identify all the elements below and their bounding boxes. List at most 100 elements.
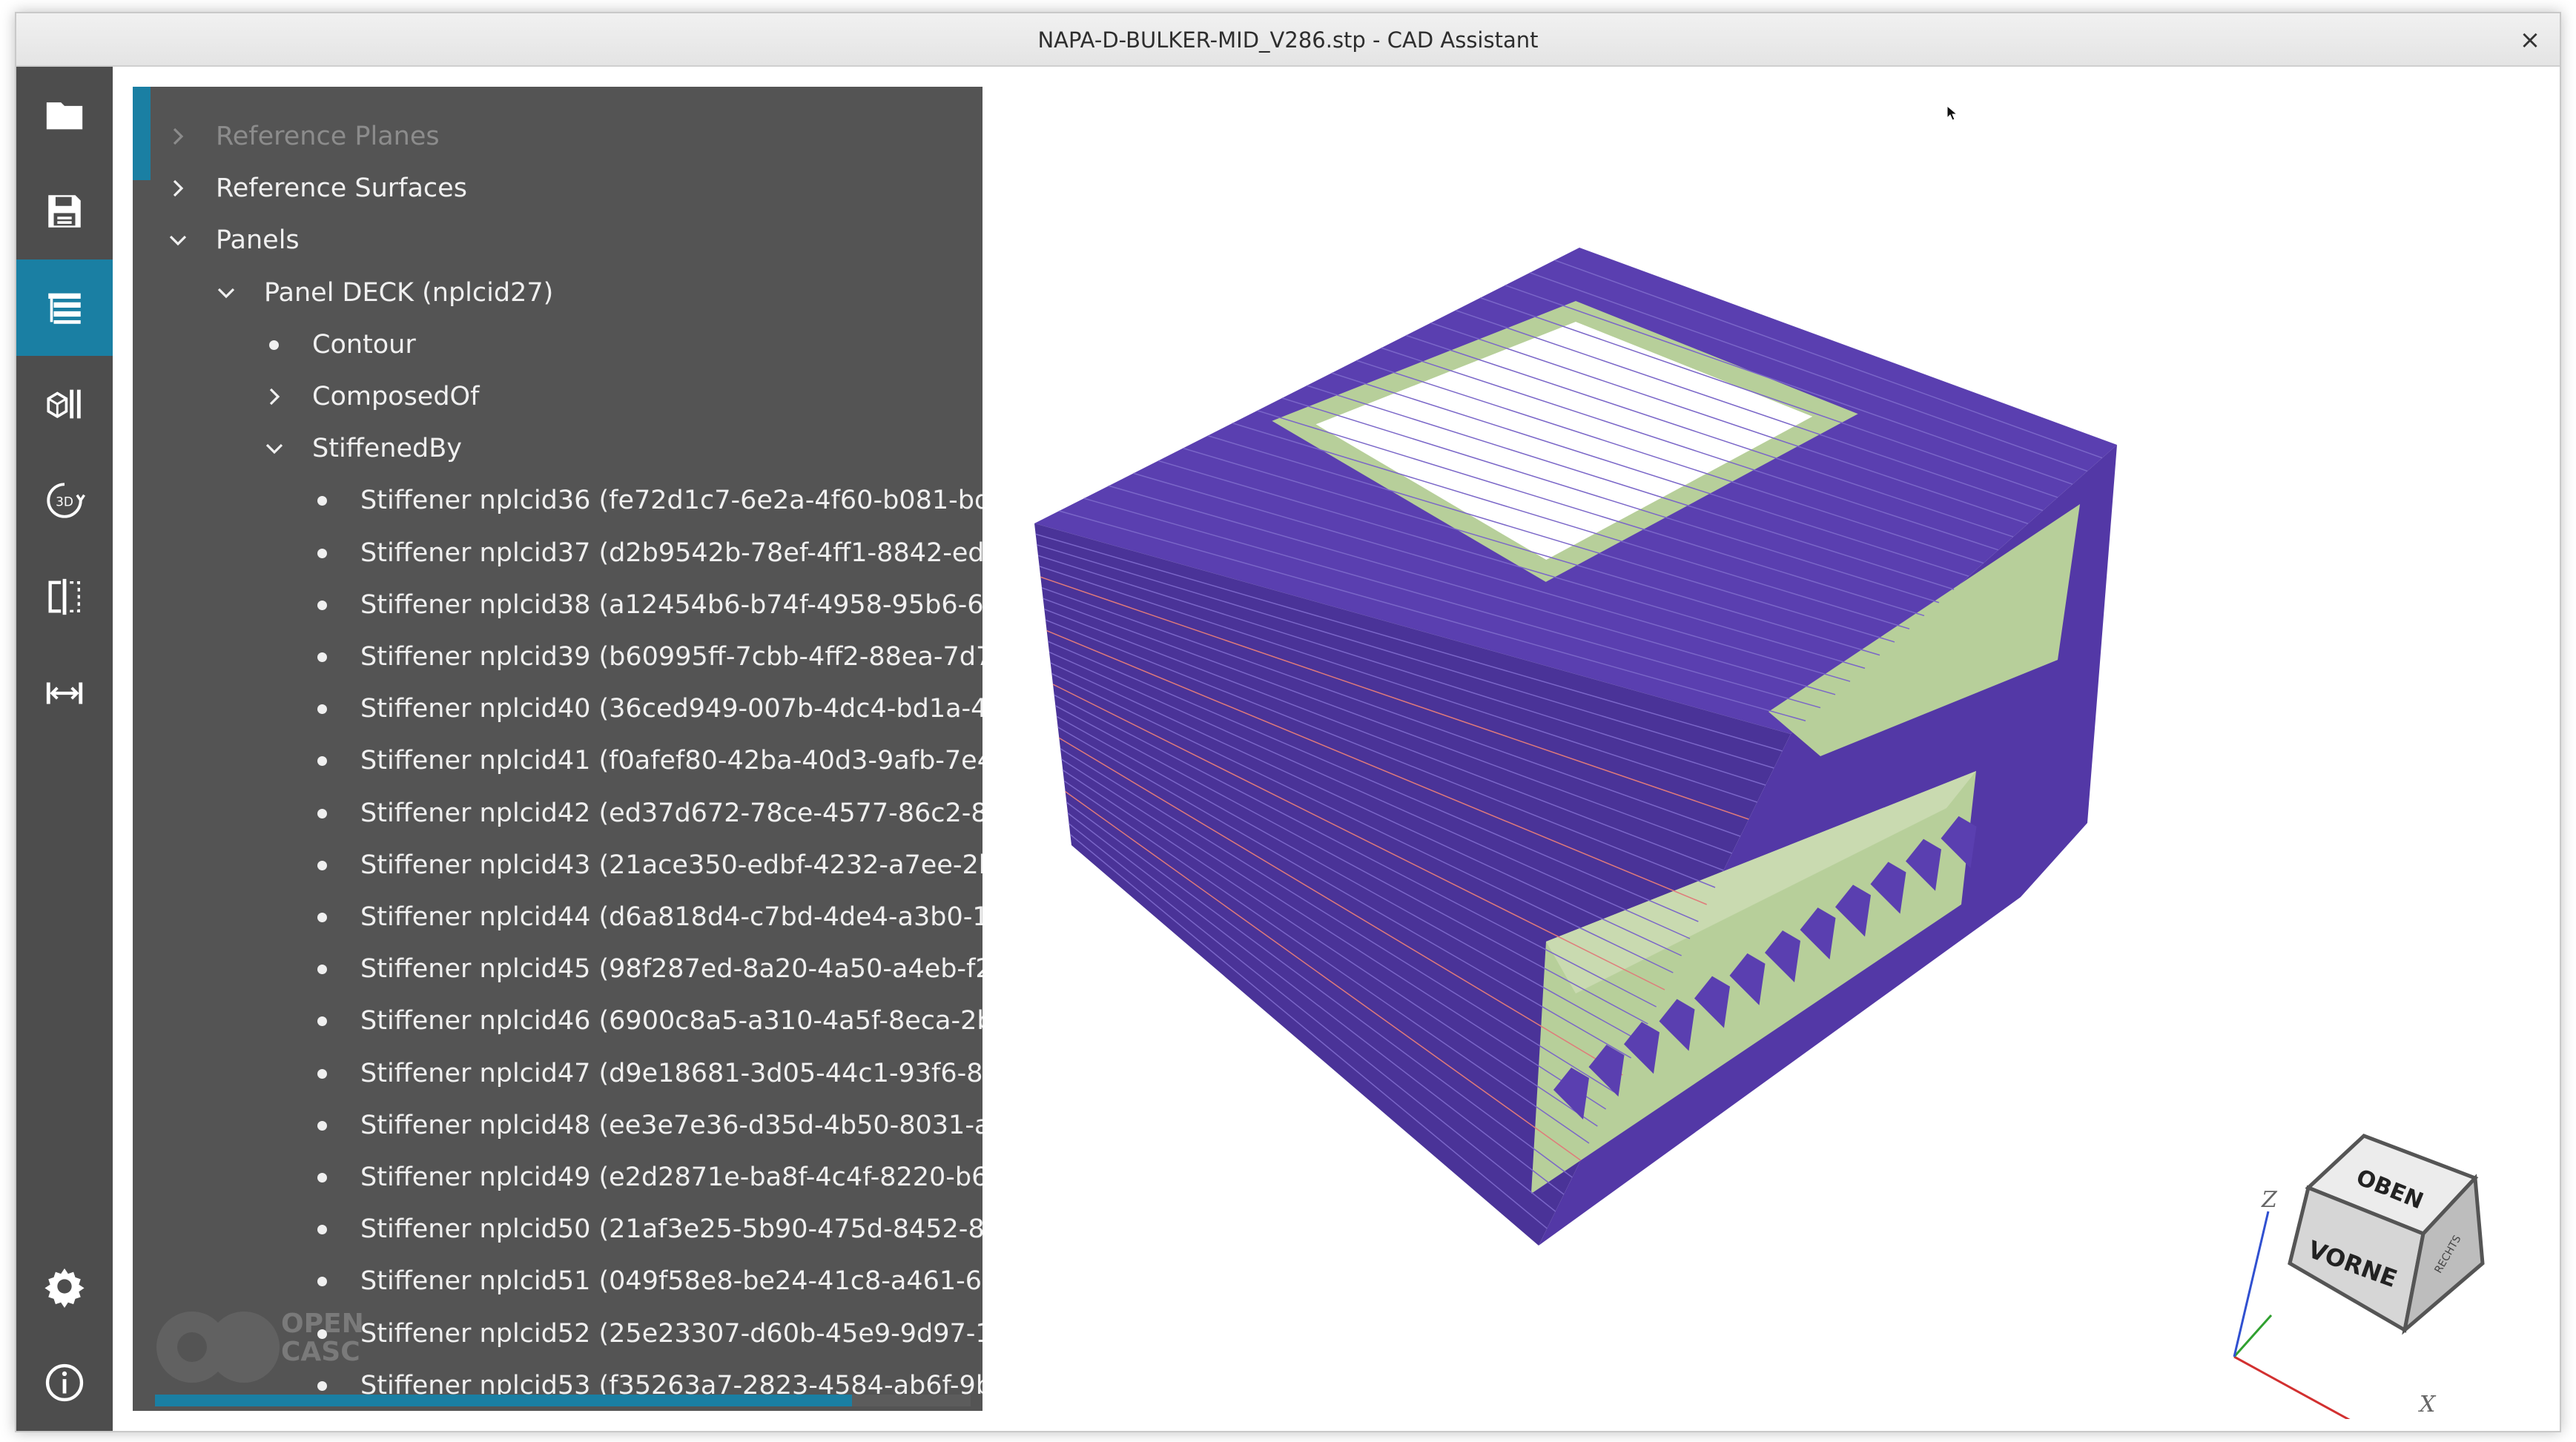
tree-row-label: StiffenedBy: [312, 434, 462, 464]
axis-z-line: [2233, 1211, 2270, 1357]
tree-row[interactable]: Stiffener nplcid49 (e2d2871e-ba8f-4c4f-8…: [133, 1151, 982, 1203]
model-tree-panel[interactable]: OPEN CASC Reference Planes Reference Surf…: [133, 87, 982, 1411]
tree-row-label: Stiffener nplcid47 (d9e18681-3d05-44c1-9…: [360, 1058, 982, 1088]
open-file-button[interactable]: [16, 67, 113, 163]
tree-row-label: Stiffener nplcid51 (049f58e8-be24-41c8-a…: [360, 1266, 982, 1297]
rotate-3d-icon: 3D: [47, 483, 85, 518]
tree-row[interactable]: Stiffener nplcid44 (d6a818d4-c7bd-4de4-a…: [133, 891, 982, 943]
model-tree-icon: [48, 293, 81, 324]
about-button[interactable]: [16, 1334, 113, 1431]
tree-row[interactable]: Stiffener nplcid45 (98f287ed-8a20-4a50-a…: [133, 943, 982, 995]
3d-viewport[interactable]: Z X OBEN VORNE RECHTS: [982, 67, 2560, 1431]
tree-leaf-bullet-icon: [317, 704, 327, 715]
info-icon: [45, 1363, 84, 1402]
chevron-right-icon[interactable]: [168, 126, 188, 147]
tree-leaf-bullet-icon: [317, 1173, 327, 1183]
tree-row[interactable]: Stiffener nplcid50 (21af3e25-5b90-475d-8…: [133, 1203, 982, 1255]
tree-row[interactable]: StiffenedBy: [133, 423, 982, 474]
tree-row-label: Stiffener nplcid41 (f0afef80-42ba-40d3-9…: [360, 746, 982, 776]
model-tree-button[interactable]: [16, 259, 113, 356]
tree-row[interactable]: Stiffener nplcid51 (049f58e8-be24-41c8-a…: [133, 1255, 982, 1307]
title-bar: NAPA-D-BULKER-MID_V286.stp - CAD Assista…: [16, 13, 2560, 67]
tree-row-label: Stiffener nplcid38 (a12454b6-b74f-4958-9…: [360, 589, 982, 620]
axis-x-label: X: [2418, 1392, 2437, 1418]
tree-leaf-bullet-icon: [317, 600, 327, 610]
tree-row-label: Stiffener nplcid44 (d6a818d4-c7bd-4de4-a…: [360, 902, 982, 932]
tree-row[interactable]: Stiffener nplcid42 (ed37d672-78ce-4577-8…: [133, 787, 982, 839]
tree-row-label: Stiffener nplcid43 (21ace350-edbf-4232-a…: [360, 850, 982, 880]
chevron-down-icon[interactable]: [264, 438, 285, 459]
tree-leaf-bullet-icon: [317, 808, 327, 818]
tree-row[interactable]: Stiffener nplcid48 (ee3e7e36-d35d-4b50-8…: [133, 1099, 982, 1151]
save-button[interactable]: [16, 163, 113, 259]
chevron-right-icon[interactable]: [264, 386, 285, 407]
tree-row[interactable]: Panels: [133, 214, 982, 266]
horizontal-scrollbar-thumb[interactable]: [155, 1395, 852, 1406]
tree-row[interactable]: ComposedOf: [133, 371, 982, 423]
tree-row-label: Stiffener nplcid36 (fe72d1c7-6e2a-4f60-b…: [360, 486, 982, 516]
svg-text:3D: 3D: [56, 494, 73, 509]
tree-row[interactable]: Stiffener nplcid52 (25e23307-d60b-45e9-9…: [133, 1308, 982, 1360]
display-modes-button[interactable]: [16, 356, 113, 452]
split-view-icon: [48, 578, 81, 615]
gear-icon: [44, 1268, 85, 1308]
tree-leaf-bullet-icon: [317, 860, 327, 870]
tree-leaf-bullet-icon: [317, 1380, 327, 1391]
tree-leaf-bullet-icon: [317, 1068, 327, 1079]
chevron-right-icon[interactable]: [168, 178, 188, 199]
tree-row[interactable]: Stiffener nplcid37 (d2b9542b-78ef-4ff1-8…: [133, 527, 982, 579]
tree-row-label: Stiffener nplcid52 (25e23307-d60b-45e9-9…: [360, 1318, 982, 1349]
window-title: NAPA-D-BULKER-MID_V286.stp - CAD Assista…: [1037, 27, 1539, 53]
tool-sidebar: 3D: [16, 67, 113, 1431]
tree-leaf-bullet-icon: [317, 1277, 327, 1287]
tree-row[interactable]: Reference Planes: [133, 110, 982, 162]
tree-row-label: Stiffener nplcid49 (e2d2871e-ba8f-4c4f-8…: [360, 1162, 982, 1192]
tree-row[interactable]: Reference Surfaces: [133, 162, 982, 214]
tree-row[interactable]: Stiffener nplcid40 (36ced949-007b-4dc4-b…: [133, 683, 982, 735]
tree-row-label: Stiffener nplcid45 (98f287ed-8a20-4a50-a…: [360, 954, 982, 985]
app-window: NAPA-D-BULKER-MID_V286.stp - CAD Assista…: [15, 12, 2561, 1432]
chevron-down-icon[interactable]: [168, 230, 188, 251]
tree-leaf-bullet-icon: [317, 1016, 327, 1027]
tree-row-label: Stiffener nplcid39 (b60995ff-7cbb-4ff2-8…: [360, 642, 982, 672]
tree-row-label: Stiffener nplcid40 (36ced949-007b-4dc4-b…: [360, 694, 982, 724]
tree-row-label: ComposedOf: [312, 382, 480, 411]
clipping-plane-button[interactable]: [16, 549, 113, 645]
tree-row[interactable]: Stiffener nplcid36 (fe72d1c7-6e2a-4f60-b…: [133, 474, 982, 526]
view-cube[interactable]: Z X OBEN VORNE RECHTS: [2219, 1108, 2531, 1419]
tree-leaf-bullet-icon: [317, 756, 327, 767]
tree-leaf-bullet-icon: [317, 1120, 327, 1131]
folder-icon: [46, 102, 83, 130]
rotate-3d-button[interactable]: 3D: [16, 452, 113, 549]
tree-row-label: Panels: [216, 225, 300, 256]
axis-x-line: [2233, 1355, 2351, 1419]
tree-row-label: Stiffener nplcid50 (21af3e25-5b90-475d-8…: [360, 1214, 982, 1245]
settings-button[interactable]: [16, 1238, 113, 1334]
tree-row[interactable]: Stiffener nplcid47 (d9e18681-3d05-44c1-9…: [133, 1048, 982, 1099]
tree-leaf-bullet-icon: [317, 965, 327, 975]
tree-row[interactable]: Panel DECK (nplcid27): [133, 267, 982, 319]
tree-row[interactable]: Stiffener nplcid41 (f0afef80-42ba-40d3-9…: [133, 735, 982, 787]
tree-leaf-bullet-icon: [317, 1225, 327, 1235]
tree-leaf-bullet-icon: [317, 548, 327, 558]
tree-row[interactable]: Stiffener nplcid39 (b60995ff-7cbb-4ff2-8…: [133, 631, 982, 683]
save-icon: [48, 195, 81, 228]
tree-leaf-bullet-icon: [317, 652, 327, 662]
axis-z-label: Z: [2261, 1187, 2278, 1213]
tree-leaf-bullet-icon: [317, 496, 327, 506]
tree-row[interactable]: Contour: [133, 319, 982, 371]
measure-button[interactable]: [16, 645, 113, 741]
tree-row-label: Stiffener nplcid42 (ed37d672-78ce-4577-8…: [360, 798, 982, 828]
tree-row-label: Panel DECK (nplcid27): [264, 277, 554, 308]
display-modes-icon: [47, 389, 81, 419]
tree-row[interactable]: Stiffener nplcid43 (21ace350-edbf-4232-a…: [133, 839, 982, 891]
tree-row[interactable]: Stiffener nplcid38 (a12454b6-b74f-4958-9…: [133, 579, 982, 631]
horizontal-scrollbar[interactable]: [155, 1395, 971, 1406]
chevron-down-icon[interactable]: [216, 282, 237, 303]
tree-row[interactable]: Stiffener nplcid46 (6900c8a5-a310-4a5f-8…: [133, 995, 982, 1047]
tree-leaf-bullet-icon: [317, 1329, 327, 1339]
tree-row-label: Contour: [312, 329, 416, 360]
close-button[interactable]: ×: [2512, 22, 2548, 58]
tree-row-label: Reference Surfaces: [216, 173, 467, 204]
tree-row-label: Stiffener nplcid48 (ee3e7e36-d35d-4b50-8…: [360, 1110, 982, 1140]
